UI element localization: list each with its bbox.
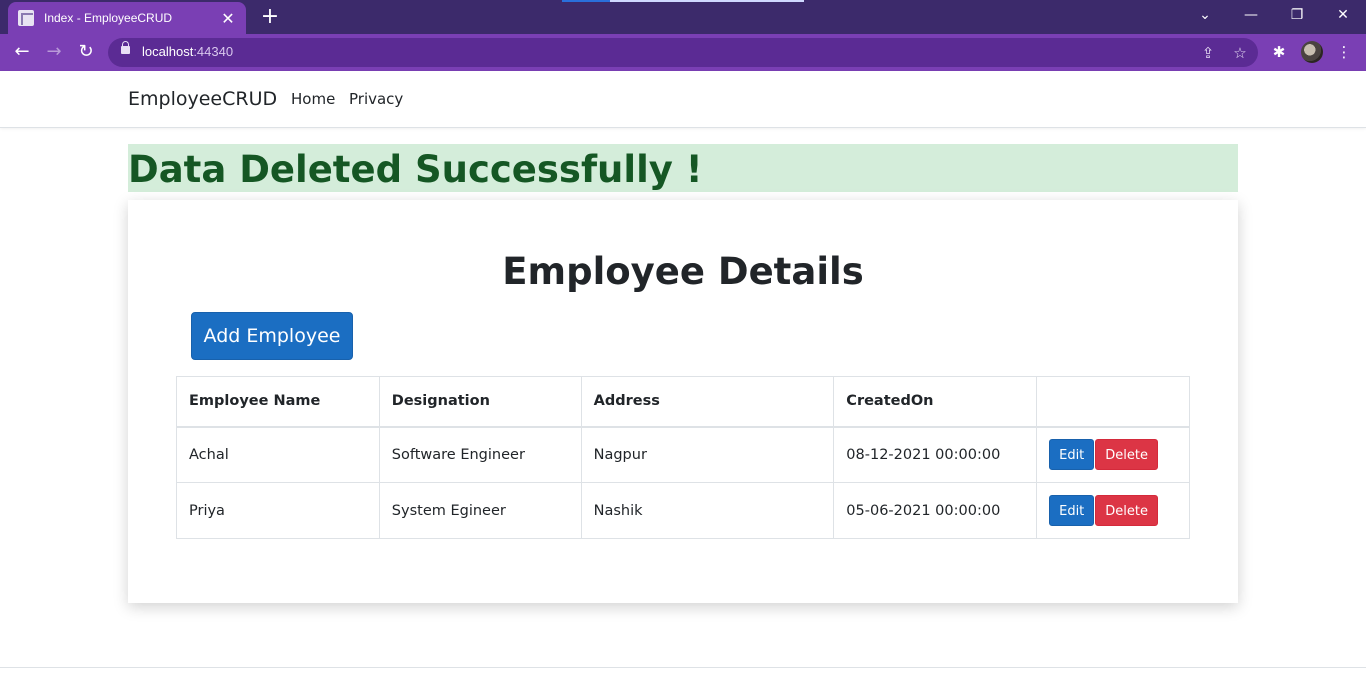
- table-header-row: Employee Name Designation Address Create…: [176, 376, 1190, 428]
- browser-menu-icon[interactable]: ⋮: [1333, 41, 1355, 63]
- address-bar[interactable]: localhost:44340 ⇪ ☆: [108, 38, 1258, 67]
- cell-designation: Software Engineer: [378, 426, 582, 483]
- nav-link-privacy[interactable]: Privacy: [349, 90, 403, 108]
- new-tab-button[interactable]: +: [258, 4, 282, 30]
- cell-actions: Edit Delete: [1036, 426, 1190, 483]
- column-header-createdon: CreatedOn: [833, 376, 1038, 428]
- tab-search-icon[interactable]: ⌄: [1193, 4, 1217, 26]
- tab-close-icon[interactable]: ✕: [220, 9, 236, 28]
- edit-button[interactable]: Edit: [1049, 495, 1095, 526]
- bookmark-star-icon[interactable]: ☆: [1230, 43, 1250, 63]
- cell-actions: Edit Delete: [1036, 482, 1190, 539]
- table-row: Priya System Egineer Nashik 05-06-2021 0…: [176, 482, 1190, 539]
- column-header-name: Employee Name: [176, 376, 380, 428]
- share-icon[interactable]: ⇪: [1198, 43, 1218, 63]
- page-title: Employee Details: [502, 250, 864, 293]
- site-brand-link[interactable]: EmployeeCRUD: [128, 88, 277, 110]
- add-employee-button[interactable]: Add Employee: [191, 312, 353, 360]
- cell-name: Priya: [176, 482, 380, 539]
- url-text[interactable]: localhost:44340: [142, 44, 233, 59]
- page-favicon-icon: [18, 10, 34, 26]
- employee-table: Employee Name Designation Address Create…: [176, 376, 1190, 539]
- site-navbar: EmployeeCRUD Home Privacy: [0, 71, 1366, 128]
- cell-created-on: 08-12-2021 00:00:00: [833, 426, 1038, 483]
- column-header-address: Address: [580, 376, 835, 428]
- url-host: localhost: [142, 44, 194, 59]
- edit-button[interactable]: Edit: [1049, 439, 1095, 471]
- lock-icon[interactable]: [121, 41, 130, 54]
- nav-link-home[interactable]: Home: [291, 90, 335, 108]
- delete-button[interactable]: Delete: [1095, 495, 1159, 526]
- cell-address: Nashik: [580, 482, 835, 539]
- cell-created-on: 05-06-2021 00:00:00: [833, 482, 1038, 539]
- back-button[interactable]: ←: [10, 40, 34, 64]
- column-header-actions: [1036, 376, 1190, 428]
- extensions-icon[interactable]: ✱: [1268, 41, 1290, 63]
- success-alert: Data Deleted Successfully !: [128, 144, 1238, 192]
- cell-name: Achal: [176, 426, 380, 483]
- browser-tab-strip: Index - EmployeeCRUD ✕ + ⌄ — ❐ ✕: [0, 0, 1366, 34]
- delete-button[interactable]: Delete: [1095, 439, 1159, 471]
- restore-window-button[interactable]: ❐: [1285, 4, 1309, 26]
- browser-tab[interactable]: Index - EmployeeCRUD ✕: [8, 2, 246, 34]
- column-header-designation: Designation: [378, 376, 582, 428]
- reload-button[interactable]: ↻: [74, 40, 98, 64]
- forward-button[interactable]: →: [42, 40, 66, 64]
- cell-address: Nagpur: [580, 426, 835, 483]
- alert-message: Data Deleted Successfully !: [128, 148, 703, 191]
- browser-toolbar: ← → ↻ localhost:44340 ⇪ ☆ ✱ ⋮: [0, 34, 1366, 71]
- profile-avatar[interactable]: [1301, 41, 1323, 63]
- table-row: Achal Software Engineer Nagpur 08-12-202…: [176, 426, 1190, 483]
- tab-title: Index - EmployeeCRUD: [44, 11, 173, 25]
- tab-strip-indicator: [562, 0, 804, 2]
- cell-designation: System Egineer: [378, 482, 582, 539]
- close-window-button[interactable]: ✕: [1331, 4, 1355, 26]
- url-port: :44340: [193, 44, 234, 59]
- footer-divider: [0, 667, 1366, 668]
- minimize-window-button[interactable]: —: [1239, 4, 1263, 26]
- employee-card: Employee Details Add Employee Employee N…: [128, 200, 1238, 603]
